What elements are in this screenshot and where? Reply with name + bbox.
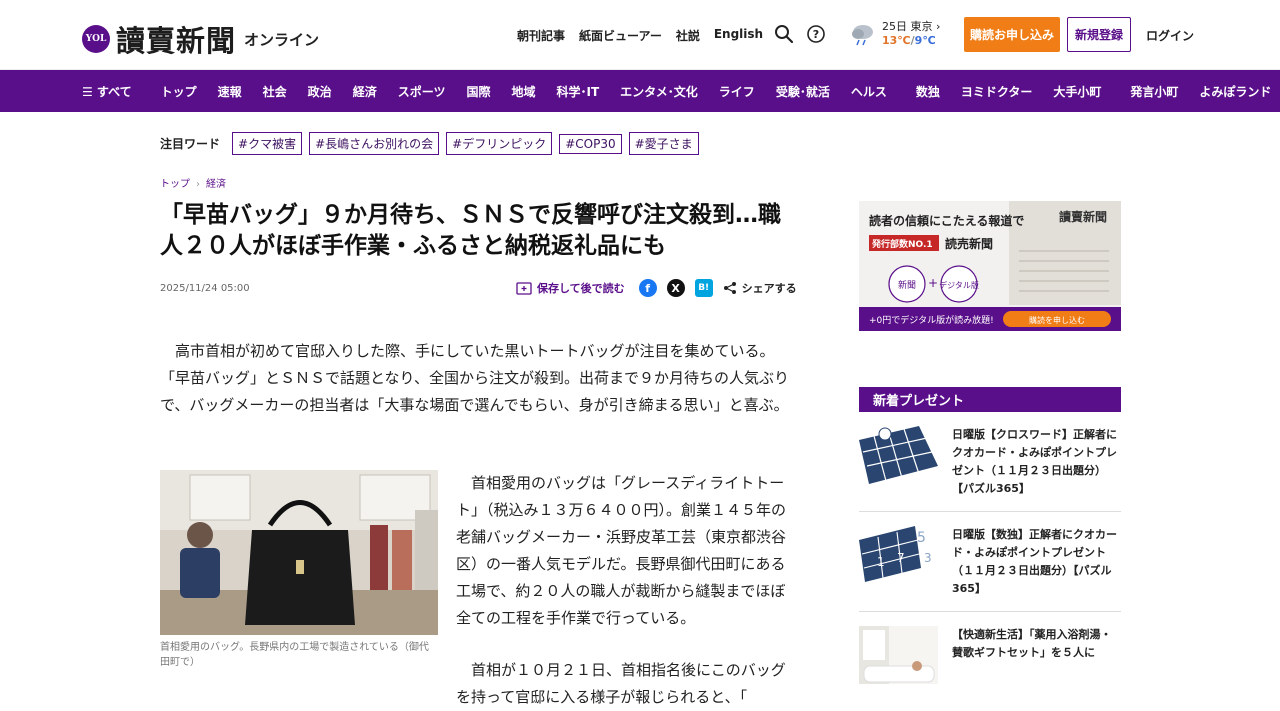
trend-tag[interactable]: #クマ被害 [232, 132, 303, 155]
new-presents-heading: 新着プレゼント [859, 387, 1121, 412]
share-bar: 保存して後で読む f X B! シェアする [516, 279, 797, 297]
article-paragraph: 首相愛用のバッグは「グレースディライトトート」（税込み１３万６４００円）。創業１… [456, 474, 787, 627]
trend-tag[interactable]: #長嶋さんお別れの会 [309, 132, 440, 155]
nav-item[interactable]: 速報 [218, 83, 242, 100]
nav-item[interactable]: よみぽランド [1199, 83, 1271, 100]
bookmark-folder-icon [516, 282, 532, 295]
svg-text:?: ? [813, 28, 819, 41]
present-item-title: 【快適新生活】「薬用入浴剤湯・賛歌ギフトセット」を５人に [952, 628, 1112, 659]
breadcrumb-home[interactable]: トップ [160, 179, 190, 190]
nav-all-menu[interactable]: ☰ すべて [82, 83, 132, 100]
subscribe-button[interactable]: 購読お申し込み [964, 17, 1060, 52]
weather-widget[interactable]: 25日 東京 › 13℃/9℃ [850, 20, 940, 48]
nav-item[interactable]: 大手小町 [1053, 83, 1101, 100]
ad-line1: 読者の信頼にこたえる報道で [869, 213, 1024, 228]
trend-tag[interactable]: #愛子さま [628, 132, 699, 155]
svg-text:5: 5 [917, 530, 926, 546]
nav-item[interactable]: トップ [161, 83, 197, 100]
login-link[interactable]: ログイン [1146, 27, 1194, 44]
breadcrumb-section[interactable]: 経済 [206, 179, 226, 190]
nav-item[interactable]: 数独 [916, 83, 940, 100]
breadcrumb: トップ › 経済 [160, 175, 226, 190]
help-icon[interactable]: ? [806, 24, 826, 44]
present-item[interactable]: 日曜版【クロスワード】正解者にクオカード・よみぽポイントプレゼント（１１月２３日… [859, 426, 1121, 498]
cloud-rain-icon [852, 25, 873, 46]
yol-logo-mark: YOL [82, 25, 110, 53]
present-item[interactable]: 1 7 5 3 日曜版【数独】正解者にクオカード・よみぽポイントプレゼント（１１… [859, 526, 1121, 598]
nav-item[interactable]: エンタメ･文化 [620, 83, 698, 100]
trend-tag[interactable]: #COP30 [559, 133, 622, 154]
nav-item[interactable]: 発言小町 [1130, 83, 1178, 100]
ad-cta: 購読を申し込む [1029, 315, 1085, 325]
nav-item[interactable]: 受験･就活 [776, 83, 830, 100]
present-divider [859, 611, 1121, 612]
ad-masthead: 讀賣新聞 [1059, 209, 1107, 224]
nav-item[interactable]: 経済 [353, 83, 377, 100]
link-paper-viewer[interactable]: 紙面ビューアー [579, 27, 662, 44]
ad-bottom-text: +0円でデジタル版が読み放題! [869, 314, 994, 326]
weather-date-city: 25日 東京 › [882, 20, 941, 33]
article-headline: 「早苗バッグ」９か月待ち、ＳＮＳで反響呼び注文殺到…職人２０人がほぼ手作業・ふる… [160, 202, 781, 259]
nav-item[interactable]: ライフ [719, 83, 755, 100]
sudoku-thumbnail: 1 7 5 3 [859, 526, 938, 584]
present-item-title: 日曜版【クロスワード】正解者にクオカード・よみぽポイントプレゼント（１１月２３日… [952, 428, 1117, 495]
bath-salts-thumbnail [859, 626, 938, 684]
temp-high: 13℃ [882, 34, 911, 47]
present-divider [859, 511, 1121, 512]
link-morning-paper[interactable]: 朝刊記事 [517, 27, 565, 44]
svg-text:7: 7 [897, 551, 905, 565]
subscription-ad-banner[interactable]: 讀賣新聞 読者の信頼にこたえる報道で 発行部数NO.1 読売新聞 新聞 + デジ… [859, 201, 1121, 331]
present-item[interactable]: 【快適新生活】「薬用入浴剤湯・賛歌ギフトセット」を５人に [859, 626, 1121, 684]
ad-banner-graphic: 讀賣新聞 読者の信頼にこたえる報道で 発行部数NO.1 読売新聞 新聞 + デジ… [859, 201, 1121, 331]
link-editorial[interactable]: 社説 [676, 27, 700, 44]
logo-text: 讀賣新聞 [116, 24, 237, 58]
top-links: 朝刊記事 紙面ビューアー 社説 English [517, 27, 763, 44]
facebook-icon[interactable]: f [638, 279, 657, 297]
logo-subtitle: オンライン [244, 30, 320, 49]
nav-item[interactable]: 社会 [263, 83, 287, 100]
ad-badge: 発行部数NO.1 [871, 238, 933, 250]
temp-low: 9℃ [914, 34, 936, 47]
nav-item[interactable]: ヘルス [851, 83, 887, 100]
ad-brand: 読売新聞 [945, 236, 993, 251]
present-item-title: 日曜版【数独】正解者にクオカード・よみぽポイントプレゼント（１１月２３日出題分）… [952, 528, 1117, 595]
register-button[interactable]: 新規登録 [1067, 17, 1131, 52]
site-logo[interactable]: YOL 讀賣新聞 オンライン [82, 18, 319, 60]
ad-plus: + [928, 276, 938, 290]
hatena-bookmark-icon[interactable]: B! [694, 279, 713, 297]
ad-circle-newspaper: 新聞 [898, 279, 916, 291]
article-date: 2025/11/24 05:00 [160, 283, 250, 294]
breadcrumb-separator: › [196, 179, 200, 190]
share-label: シェアする [741, 282, 797, 295]
site-header: YOL 讀賣新聞 オンライン 朝刊記事 紙面ビューアー 社説 English ?… [0, 0, 1280, 70]
article-photo[interactable] [160, 470, 438, 635]
main-nav: ☰ すべて トップ 速報 社会 政治 経済 スポーツ 国際 地域 科学･IT エ… [0, 70, 1280, 112]
search-icon[interactable] [774, 24, 794, 44]
nav-item[interactable]: スポーツ [398, 83, 446, 100]
svg-text:3: 3 [924, 551, 932, 565]
nav-item[interactable]: 科学･IT [557, 83, 600, 100]
photo-caption: 首相愛用のバッグ。長野県内の工場で製造されている（御代田町で） [160, 642, 429, 668]
save-later-button[interactable]: 保存して後で読む [516, 280, 625, 296]
trending-label: 注目ワード [160, 137, 221, 151]
nav-item[interactable]: 地域 [511, 83, 535, 100]
nav-item[interactable]: 政治 [308, 83, 332, 100]
article-paragraph: 首相が１０月２１日、首相指名後にこのバッグを持って官邸に入る様子が報じられると、… [456, 661, 786, 706]
nav-item[interactable]: 国際 [466, 83, 490, 100]
crossword-thumbnail [859, 426, 938, 484]
weather-temps: 13℃/9℃ [882, 34, 940, 48]
bag-photo-image [160, 470, 438, 635]
share-icon [723, 282, 736, 294]
svg-text:1: 1 [877, 555, 885, 569]
article-lead-paragraph: 高市首相が初めて官邸入りした際、手にしていた黒いトートバッグが注目を集めている。… [160, 342, 789, 414]
ad-circle-digital: デジタル版 [939, 280, 979, 290]
save-later-label: 保存して後で読む [537, 282, 625, 295]
trending-words: 注目ワード #クマ被害 #長嶋さんお別れの会 #デフリンピック #COP30 #… [160, 132, 706, 155]
x-twitter-icon[interactable]: X [666, 279, 685, 297]
trend-tag[interactable]: #デフリンピック [446, 132, 553, 155]
share-button[interactable]: シェアする [723, 280, 797, 296]
link-english[interactable]: English [714, 27, 763, 44]
nav-item[interactable]: ヨミドクター [961, 83, 1033, 100]
